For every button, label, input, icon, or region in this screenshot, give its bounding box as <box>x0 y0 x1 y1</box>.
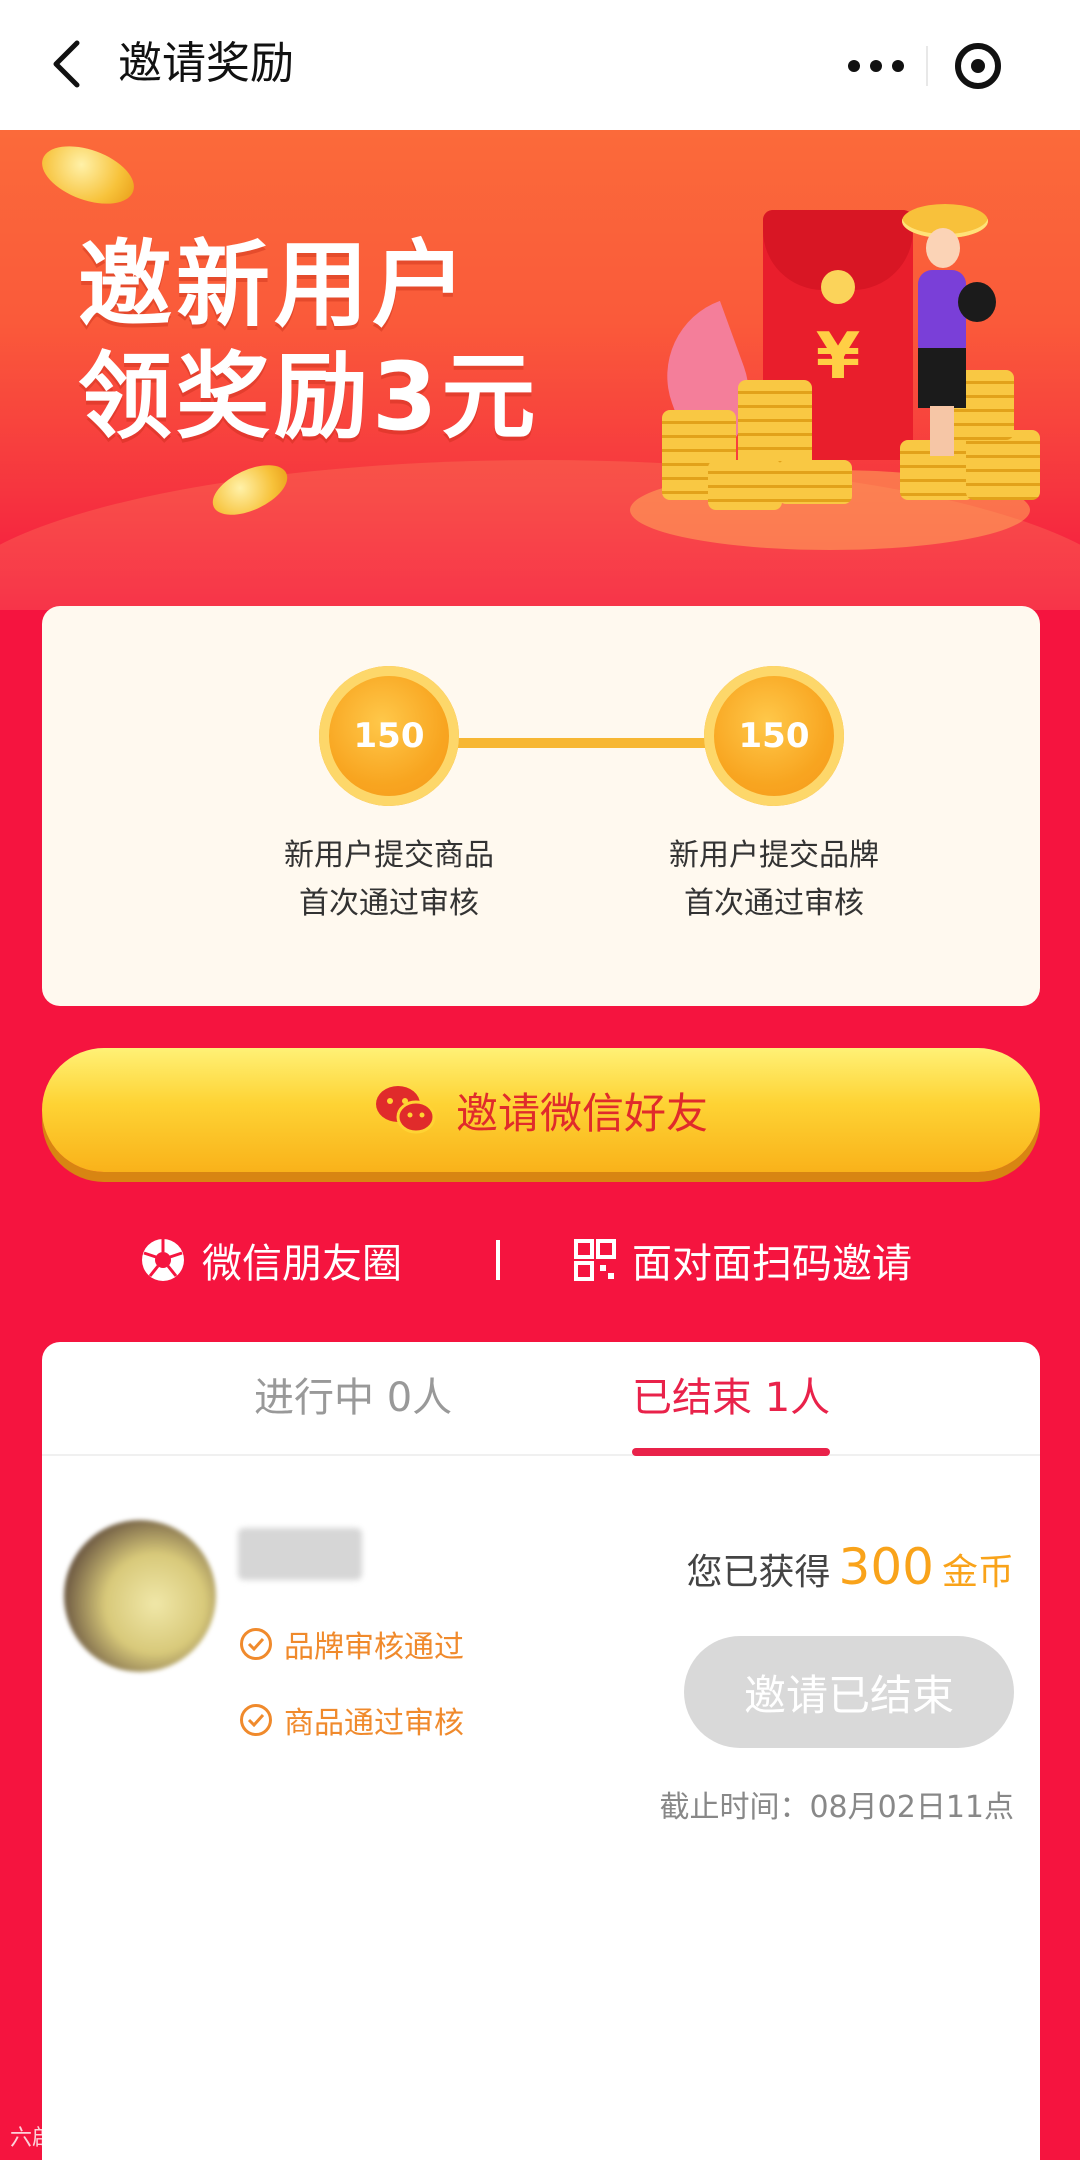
close-target-icon <box>955 43 1001 89</box>
banner-line-1: 邀新用户 <box>78 231 471 340</box>
person-illustration <box>926 228 960 268</box>
tab-ongoing[interactable]: 进行中 0人 <box>254 1370 452 1426</box>
coin-stack <box>966 430 1040 500</box>
qr-code-icon <box>574 1239 616 1281</box>
earned-unit: 金币 <box>941 1552 1014 1593</box>
reward-step-2: 150 新用户提交品牌 首次通过审核 <box>609 666 939 928</box>
watermark-text: 六啟跨境 <box>10 2126 99 2151</box>
active-tab-indicator <box>632 1448 830 1456</box>
earned-prefix: 您已获得 <box>686 1552 831 1593</box>
share-moments-label: 微信朋友圈 <box>202 1241 402 1287</box>
more-button[interactable] <box>826 30 926 102</box>
status-label: 品牌审核通过 <box>284 1630 464 1665</box>
deadline-text: 截止时间：08月02日11点 <box>659 1790 1014 1825</box>
status-brand-approved: 品牌审核通过 <box>240 1622 464 1666</box>
coin-stack <box>708 460 782 510</box>
reward-card: 150 新用户提交商品 首次通过审核 150 新用户提交品牌 首次通过审核 <box>42 606 1040 1006</box>
banner-headline: 邀新用户 领奖励3元 <box>78 230 539 454</box>
earned-coins: 您已获得 300 金币 <box>687 1538 1014 1596</box>
back-button[interactable] <box>36 34 96 94</box>
status-label: 商品通过审核 <box>284 1706 464 1741</box>
blurred-username <box>238 1528 362 1580</box>
avatar <box>64 1520 216 1672</box>
wechat-icon <box>375 1086 436 1134</box>
scan-invite-label: 面对面扫码邀请 <box>632 1241 912 1287</box>
banner-line-2: 领奖励3元 <box>78 343 540 452</box>
moments-shutter-icon <box>142 1239 184 1281</box>
more-dots-icon <box>848 60 860 72</box>
back-chevron-icon <box>53 40 80 88</box>
coin-badge: 150 <box>704 666 844 806</box>
tab-ended[interactable]: 已结束 1人 <box>632 1370 830 1426</box>
share-moments-button[interactable]: 微信朋友圈 <box>140 1230 402 1290</box>
coin-badge: 150 <box>319 666 459 806</box>
navigation-bar: 邀请奖励 <box>0 0 1080 130</box>
yen-symbol: ¥ <box>815 320 861 394</box>
mini-program-capsule <box>826 30 1030 102</box>
invite-records-panel: 进行中 0人 已结束 1人 品牌审核通过 商品通过审核 您已获得 300 金币 … <box>42 1342 1040 2160</box>
watermark: 六啟跨境 <box>10 2120 98 2152</box>
page-title: 邀请奖励 <box>118 38 294 89</box>
share-options: 微信朋友圈 面对面扫码邀请 <box>0 1230 1080 1290</box>
invite-wechat-friends-button[interactable]: 邀请微信好友 <box>42 1048 1040 1172</box>
close-button[interactable] <box>928 30 1028 102</box>
flying-coin-decoration <box>34 135 142 215</box>
face-to-face-scan-button[interactable]: 面对面扫码邀请 <box>574 1230 912 1290</box>
promo-banner: 邀新用户 领奖励3元 ¥ <box>0 130 1080 610</box>
coin-stack <box>778 460 852 504</box>
status-product-approved: 商品通过审核 <box>240 1698 464 1742</box>
records-tabs: 进行中 0人 已结束 1人 <box>42 1342 1040 1456</box>
invite-button-label: 邀请微信好友 <box>455 1088 708 1138</box>
reward-step-1: 150 新用户提交商品 首次通过审核 <box>224 666 554 928</box>
check-circle-icon <box>240 1628 272 1660</box>
invite-ended-button[interactable]: 邀请已结束 <box>684 1636 1014 1748</box>
reward-step-label: 新用户提交品牌 首次通过审核 <box>669 838 879 921</box>
earned-amount: 300 <box>838 1538 934 1596</box>
share-divider <box>496 1240 500 1280</box>
reward-step-label: 新用户提交商品 首次通过审核 <box>284 838 494 921</box>
check-circle-icon <box>240 1704 272 1736</box>
